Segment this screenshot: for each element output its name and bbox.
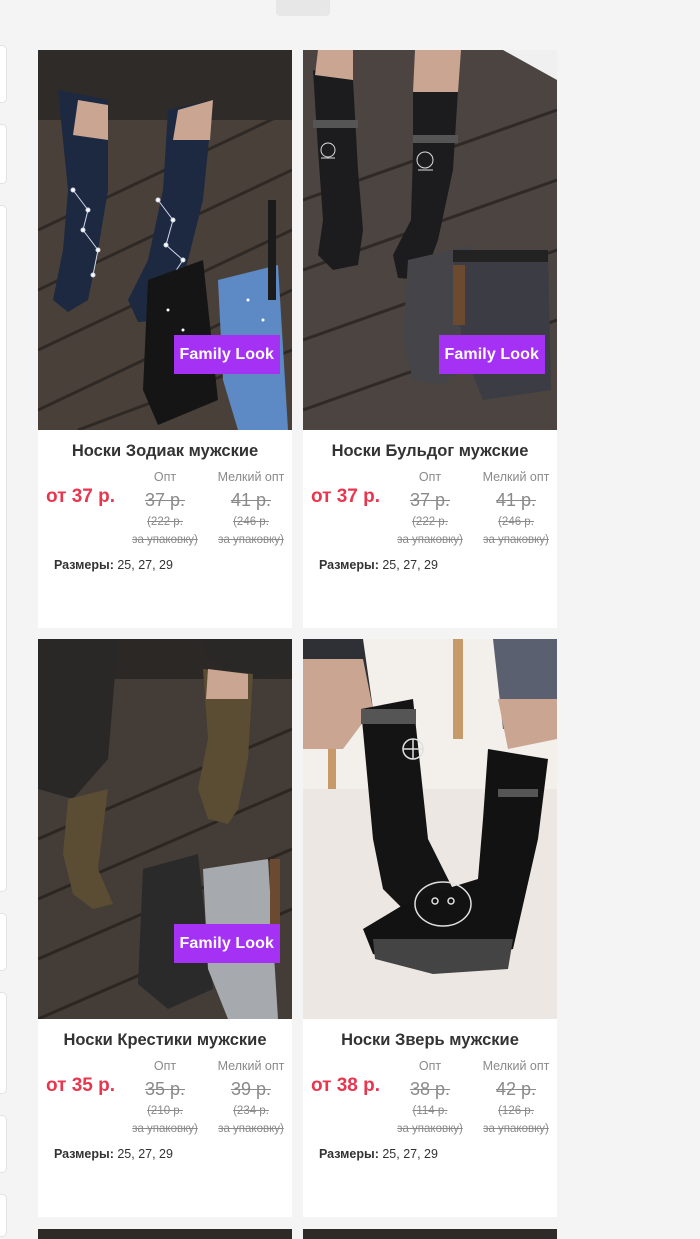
wholesale-price-column: Опт 38 р. (114 р. за упаковку)	[391, 1059, 469, 1138]
product-grid: Family Look Носки Зодиак мужские от 37 р…	[38, 50, 558, 1217]
product-title[interactable]: Носки Крестики мужские	[38, 1031, 292, 1053]
from-price: от 37 р.	[46, 486, 116, 507]
small-wholesale-price: 42 р.	[495, 1079, 537, 1099]
next-row-preview	[38, 1229, 558, 1239]
small-wholesale-price-column: Мелкий опт 42 р. (126 р. за упаковку)	[475, 1059, 557, 1138]
small-wholesale-pack-line2: за упаковку)	[483, 1123, 549, 1135]
product-title[interactable]: Носки Зодиак мужские	[38, 442, 292, 464]
side-filter-tab[interactable]	[0, 45, 7, 103]
side-filter-tab[interactable]	[0, 992, 7, 1094]
product-title[interactable]: Носки Бульдог мужские	[303, 442, 557, 464]
from-price: от 37 р.	[311, 486, 381, 507]
product-image[interactable]: Family Look	[303, 50, 557, 430]
wholesale-pack-line2: за упаковку)	[397, 1123, 463, 1135]
sizes-label: Размеры:	[319, 1147, 379, 1161]
wholesale-label: Опт	[153, 1059, 177, 1073]
small-wholesale-pack-line2: за упаковку)	[218, 1123, 284, 1135]
wholesale-price: 38 р.	[409, 1079, 451, 1099]
side-filter-tab[interactable]	[0, 913, 7, 971]
wholesale-price: 35 р.	[144, 1079, 186, 1099]
price-block: от 37 р. Опт 37 р. (222 р. за упаковку) …	[38, 470, 292, 556]
wholesale-price-column: Опт 37 р. (222 р. за упаковку)	[126, 470, 204, 549]
product-image[interactable]	[303, 639, 557, 1019]
wholesale-price-column: Опт 35 р. (210 р. за упаковку)	[126, 1059, 204, 1138]
sizes-label: Размеры:	[54, 558, 114, 572]
small-wholesale-label: Мелкий опт	[482, 1059, 550, 1073]
small-wholesale-price-column: Мелкий опт 41 р. (246 р. за упаковку)	[210, 470, 292, 549]
wholesale-pack-line1: (210 р.	[147, 1105, 183, 1117]
wholesale-price-column: Опт 37 р. (222 р. за упаковку)	[391, 470, 469, 549]
sizes-line: Размеры: 25, 27, 29	[54, 1147, 292, 1161]
wholesale-pack-line2: за упаковку)	[132, 1123, 198, 1135]
sizes-line: Размеры: 25, 27, 29	[319, 558, 557, 572]
small-wholesale-price: 41 р.	[495, 490, 537, 510]
small-wholesale-pack-price: (126 р. за упаковку)	[475, 1102, 557, 1138]
small-wholesale-price: 41 р.	[230, 490, 272, 510]
small-wholesale-pack-price: (246 р. за упаковку)	[475, 513, 557, 549]
from-price: от 35 р.	[46, 1075, 116, 1096]
wholesale-pack-line2: за упаковку)	[397, 534, 463, 546]
wholesale-label: Опт	[418, 1059, 442, 1073]
product-card[interactable]: Family Look Носки Крестики мужские от 35…	[38, 639, 292, 1217]
sizes-value: 25, 27, 29	[382, 1147, 438, 1161]
sizes-value: 25, 27, 29	[117, 1147, 173, 1161]
product-image-partial[interactable]	[303, 1229, 557, 1239]
sizes-value: 25, 27, 29	[117, 558, 173, 572]
side-filter-tab[interactable]	[0, 1194, 7, 1237]
product-card[interactable]: Family Look Носки Бульдог мужские от 37 …	[303, 50, 557, 628]
product-image[interactable]: Family Look	[38, 639, 292, 1019]
small-wholesale-label: Мелкий опт	[217, 470, 285, 484]
top-tab-handle[interactable]	[276, 0, 330, 16]
product-image-partial[interactable]	[38, 1229, 292, 1239]
side-filter-tab[interactable]	[0, 1115, 7, 1173]
price-block: от 38 р. Опт 38 р. (114 р. за упаковку) …	[303, 1059, 557, 1145]
small-wholesale-price: 39 р.	[230, 1079, 272, 1099]
wholesale-pack-price: (222 р. за упаковку)	[126, 513, 204, 549]
wholesale-pack-price: (210 р. за упаковку)	[126, 1102, 204, 1138]
small-wholesale-price-column: Мелкий опт 41 р. (246 р. за упаковку)	[475, 470, 557, 549]
small-wholesale-pack-price: (246 р. за упаковку)	[210, 513, 292, 549]
product-title[interactable]: Носки Зверь мужские	[303, 1031, 557, 1053]
from-price: от 38 р.	[311, 1075, 381, 1096]
wholesale-pack-line1: (222 р.	[147, 516, 183, 528]
sizes-line: Размеры: 25, 27, 29	[319, 1147, 557, 1161]
wholesale-label: Опт	[418, 470, 442, 484]
small-wholesale-pack-line1: (234 р.	[233, 1105, 269, 1117]
wholesale-pack-price: (222 р. за упаковку)	[391, 513, 469, 549]
wholesale-pack-line2: за упаковку)	[132, 534, 198, 546]
side-filter-tab[interactable]	[0, 124, 7, 184]
sizes-line: Размеры: 25, 27, 29	[54, 558, 292, 572]
small-wholesale-pack-line1: (126 р.	[498, 1105, 534, 1117]
small-wholesale-pack-line1: (246 р.	[498, 516, 534, 528]
family-look-badge: Family Look	[173, 335, 280, 374]
product-card[interactable]: Носки Зверь мужские от 38 р. Опт 38 р. (…	[303, 639, 557, 1217]
product-card[interactable]: Family Look Носки Зодиак мужские от 37 р…	[38, 50, 292, 628]
small-wholesale-pack-line2: за упаковку)	[218, 534, 284, 546]
family-look-badge: Family Look	[438, 335, 545, 374]
sizes-label: Размеры:	[54, 1147, 114, 1161]
wholesale-price: 37 р.	[409, 490, 451, 510]
small-wholesale-label: Мелкий опт	[217, 1059, 285, 1073]
wholesale-price: 37 р.	[144, 490, 186, 510]
wholesale-label: Опт	[153, 470, 177, 484]
small-wholesale-label: Мелкий опт	[482, 470, 550, 484]
small-wholesale-pack-price: (234 р. за упаковку)	[210, 1102, 292, 1138]
small-wholesale-pack-line1: (246 р.	[233, 516, 269, 528]
price-block: от 37 р. Опт 37 р. (222 р. за упаковку) …	[303, 470, 557, 556]
sizes-value: 25, 27, 29	[382, 558, 438, 572]
family-look-badge: Family Look	[173, 924, 280, 963]
side-filter-panel[interactable]	[0, 205, 7, 892]
wholesale-pack-line1: (222 р.	[412, 516, 448, 528]
wholesale-pack-line1: (114 р.	[412, 1105, 448, 1117]
small-wholesale-pack-line2: за упаковку)	[483, 534, 549, 546]
wholesale-pack-price: (114 р. за упаковку)	[391, 1102, 469, 1138]
product-image[interactable]: Family Look	[38, 50, 292, 430]
sizes-label: Размеры:	[319, 558, 379, 572]
price-block: от 35 р. Опт 35 р. (210 р. за упаковку) …	[38, 1059, 292, 1145]
small-wholesale-price-column: Мелкий опт 39 р. (234 р. за упаковку)	[210, 1059, 292, 1138]
